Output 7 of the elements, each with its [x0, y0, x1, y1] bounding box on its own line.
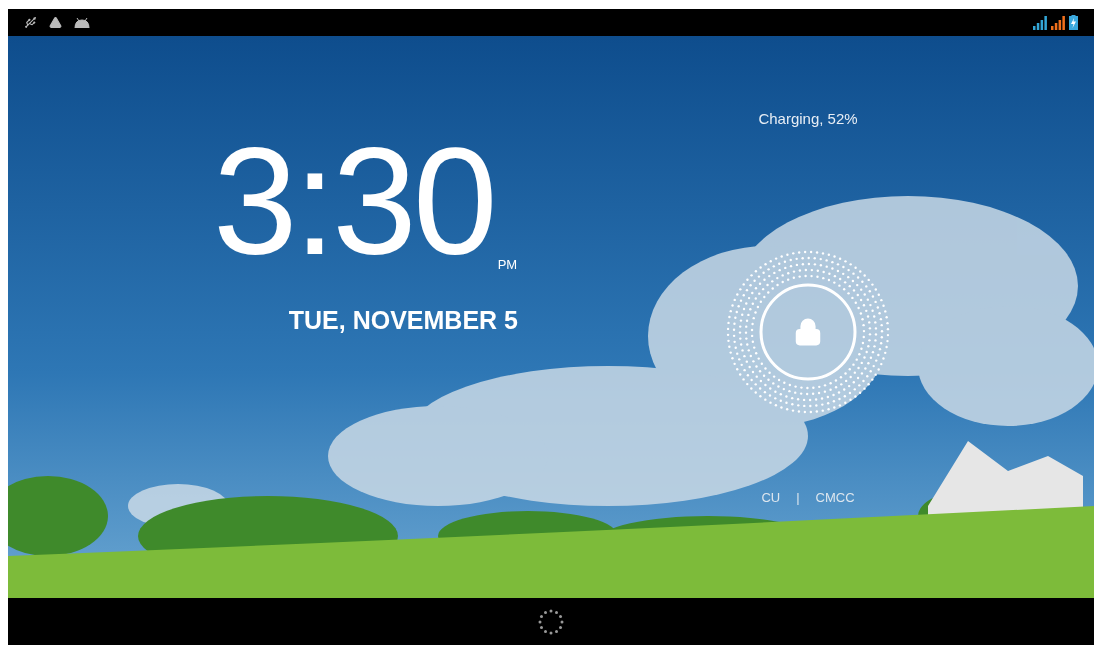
- battery-status: Charging, 52%: [758, 109, 858, 129]
- carrier-separator: |: [796, 488, 800, 507]
- date-label: TUE, NOVEMBER 5: [288, 305, 518, 336]
- clock-time: 3:30: [213, 136, 494, 266]
- carrier-label: CMCC: [815, 488, 855, 507]
- am-pm-label: PM: [497, 255, 518, 274]
- carrier-label: CU: [761, 488, 781, 507]
